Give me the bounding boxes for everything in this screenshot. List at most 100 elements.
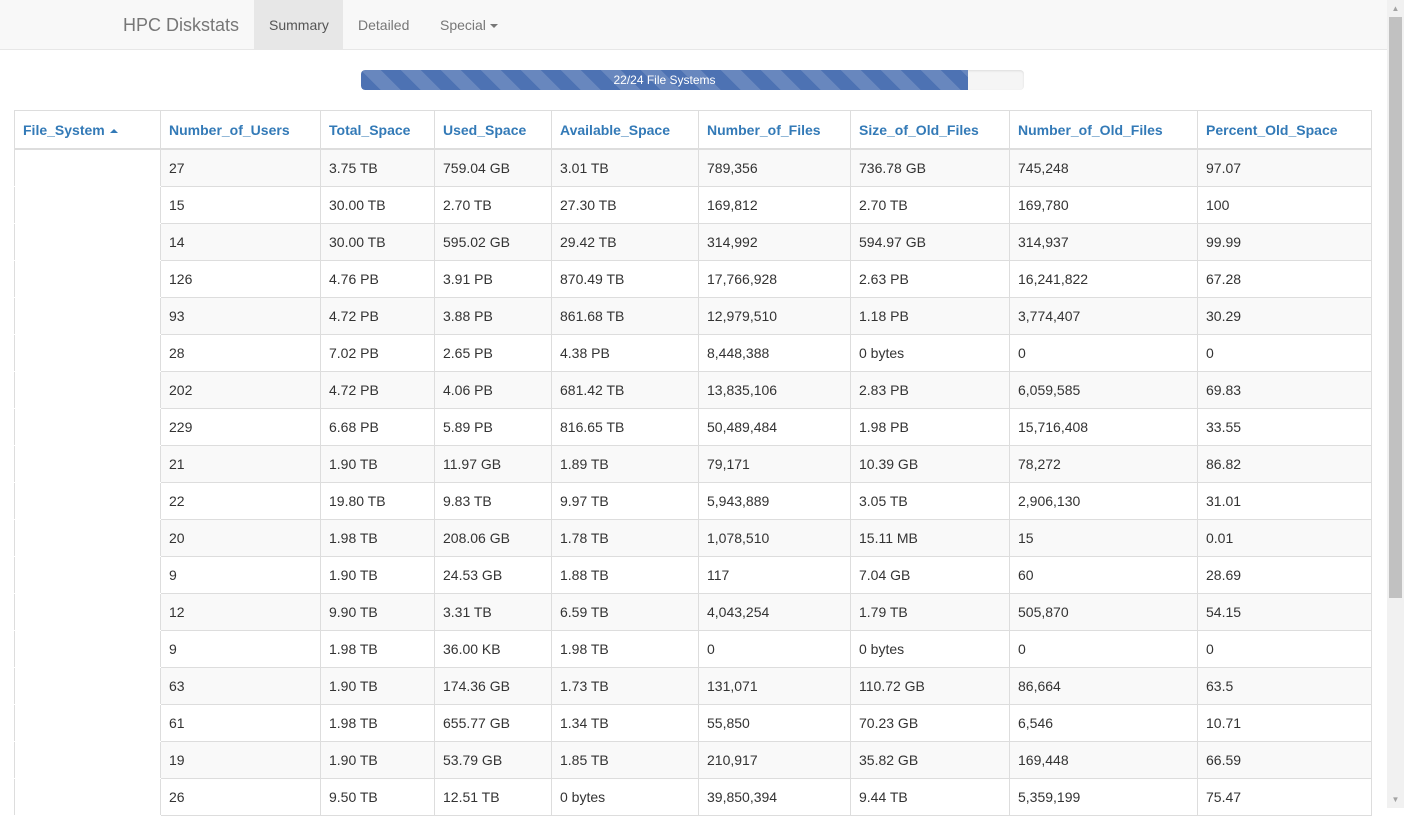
cell-number-of-files: 39,850,394: [698, 778, 851, 816]
table-row: 9 1.90 TB 24.53 GB 1.88 TB 117 7.04 GB 60 28.69: [14, 556, 1372, 594]
column-header-label: Total_Space: [329, 121, 411, 138]
cell-available-space: 27.30 TB: [551, 186, 699, 224]
cell-number-of-files: 789,356: [698, 148, 851, 187]
table-row: 61 1.98 TB 655.77 GB 1.34 TB 55,850 70.23 GB 6…: [14, 704, 1372, 742]
cell-used-space: 2.70 TB: [434, 186, 552, 224]
caret-down-icon: [489, 24, 498, 29]
scroll-down-arrow-icon[interactable]: ▼: [1387, 791, 1404, 808]
table-row: 20 1.98 TB 208.06 GB 1.78 TB 1,078,510 15.11 …: [14, 519, 1372, 557]
cell-available-space: 1.85 TB: [551, 741, 699, 779]
cell-number-of-users: 26: [160, 778, 321, 816]
cell-available-space: 681.42 TB: [551, 371, 699, 409]
cell-number-of-users: 14: [160, 223, 321, 261]
cell-used-space: 11.97 GB: [434, 445, 552, 483]
cell-used-space: 759.04 GB: [434, 148, 552, 187]
table-body: 27 3.75 TB 759.04 GB 3.01 TB 789,356 736.78 G…: [14, 148, 1372, 816]
cell-number-of-old-files: 86,664: [1009, 667, 1198, 705]
cell-number-of-files: 50,489,484: [698, 408, 851, 446]
cell-file-system: [14, 704, 161, 742]
cell-total-space: 9.90 TB: [320, 593, 435, 631]
cell-total-space: 30.00 TB: [320, 186, 435, 224]
cell-size-of-old-files: 0 bytes: [850, 630, 1010, 668]
cell-available-space: 29.42 TB: [551, 223, 699, 261]
column-header-file-system[interactable]: File_System: [14, 110, 161, 150]
scroll-up-arrow-icon[interactable]: ▲: [1387, 0, 1404, 17]
cell-number-of-old-files: 169,780: [1009, 186, 1198, 224]
column-header-available-space[interactable]: Available_Space: [551, 110, 699, 150]
cell-file-system: [14, 593, 161, 631]
cell-percent-old-space: 99.99: [1197, 223, 1372, 261]
cell-file-system: [14, 482, 161, 520]
cell-size-of-old-files: 2.70 TB: [850, 186, 1010, 224]
cell-available-space: 870.49 TB: [551, 260, 699, 298]
tab-summary[interactable]: Summary: [254, 0, 343, 50]
table-row: 27 3.75 TB 759.04 GB 3.01 TB 789,356 736.78 G…: [14, 148, 1372, 187]
cell-number-of-files: 79,171: [698, 445, 851, 483]
cell-number-of-files: 4,043,254: [698, 593, 851, 631]
cell-number-of-old-files: 15: [1009, 519, 1198, 557]
cell-number-of-old-files: 60: [1009, 556, 1198, 594]
cell-percent-old-space: 33.55: [1197, 408, 1372, 446]
column-header-number-of-files[interactable]: Number_of_Files: [698, 110, 851, 150]
cell-size-of-old-files: 7.04 GB: [850, 556, 1010, 594]
tab-detailed[interactable]: Detailed: [343, 0, 425, 50]
cell-percent-old-space: 86.82: [1197, 445, 1372, 483]
summary-table-container: File_System Number_of_Users Total_Space Use…: [14, 110, 1372, 816]
cell-available-space: 1.34 TB: [551, 704, 699, 742]
cell-number-of-users: 63: [160, 667, 321, 705]
cell-percent-old-space: 28.69: [1197, 556, 1372, 594]
cell-used-space: 12.51 TB: [434, 778, 552, 816]
cell-total-space: 19.80 TB: [320, 482, 435, 520]
cell-file-system: [14, 297, 161, 335]
cell-number-of-users: 19: [160, 741, 321, 779]
cell-number-of-old-files: 78,272: [1009, 445, 1198, 483]
cell-number-of-old-files: 5,359,199: [1009, 778, 1198, 816]
cell-available-space: 1.78 TB: [551, 519, 699, 557]
column-header-total-space[interactable]: Total_Space: [320, 110, 435, 150]
cell-file-system: [14, 260, 161, 298]
cell-available-space: 1.88 TB: [551, 556, 699, 594]
table-row: 202 4.72 PB 4.06 PB 681.42 TB 13,835,106 2.83…: [14, 371, 1372, 409]
cell-size-of-old-files: 1.18 PB: [850, 297, 1010, 335]
cell-number-of-files: 314,992: [698, 223, 851, 261]
cell-number-of-files: 12,979,510: [698, 297, 851, 335]
cell-percent-old-space: 100: [1197, 186, 1372, 224]
column-header-used-space[interactable]: Used_Space: [434, 110, 552, 150]
cell-number-of-old-files: 314,937: [1009, 223, 1198, 261]
tab-special[interactable]: Special: [425, 0, 517, 50]
cell-number-of-files: 210,917: [698, 741, 851, 779]
cell-percent-old-space: 0.01: [1197, 519, 1372, 557]
cell-number-of-old-files: 0: [1009, 334, 1198, 372]
column-header-number-of-users[interactable]: Number_of_Users: [160, 110, 321, 150]
cell-total-space: 3.75 TB: [320, 148, 435, 187]
cell-file-system: [14, 223, 161, 261]
column-header-label: File_System: [23, 121, 105, 138]
cell-file-system: [14, 741, 161, 779]
table-row: 19 1.90 TB 53.79 GB 1.85 TB 210,917 35.82 GB 1…: [14, 741, 1372, 779]
table-row: 93 4.72 PB 3.88 PB 861.68 TB 12,979,510 1.18 …: [14, 297, 1372, 335]
cell-number-of-users: 21: [160, 445, 321, 483]
cell-number-of-files: 0: [698, 630, 851, 668]
column-header-size-of-old-files[interactable]: Size_of_Old_Files: [850, 110, 1010, 150]
cell-number-of-users: 15: [160, 186, 321, 224]
cell-total-space: 4.72 PB: [320, 297, 435, 335]
vertical-scrollbar[interactable]: ▲ ▼: [1387, 0, 1404, 808]
cell-number-of-files: 131,071: [698, 667, 851, 705]
cell-percent-old-space: 63.5: [1197, 667, 1372, 705]
cell-number-of-users: 126: [160, 260, 321, 298]
cell-available-space: 0 bytes: [551, 778, 699, 816]
brand-title[interactable]: HPC Diskstats: [123, 15, 239, 36]
cell-file-system: [14, 778, 161, 816]
cell-file-system: [14, 371, 161, 409]
cell-number-of-old-files: 505,870: [1009, 593, 1198, 631]
cell-used-space: 5.89 PB: [434, 408, 552, 446]
column-header-percent-old-space[interactable]: Percent_Old_Space: [1197, 110, 1372, 150]
cell-used-space: 595.02 GB: [434, 223, 552, 261]
cell-size-of-old-files: 2.83 PB: [850, 371, 1010, 409]
scroll-thumb[interactable]: [1389, 17, 1402, 598]
cell-number-of-old-files: 745,248: [1009, 148, 1198, 187]
column-header-number-of-old-files[interactable]: Number_of_Old_Files: [1009, 110, 1198, 150]
cell-total-space: 30.00 TB: [320, 223, 435, 261]
cell-size-of-old-files: 110.72 GB: [850, 667, 1010, 705]
cell-total-space: 1.90 TB: [320, 667, 435, 705]
